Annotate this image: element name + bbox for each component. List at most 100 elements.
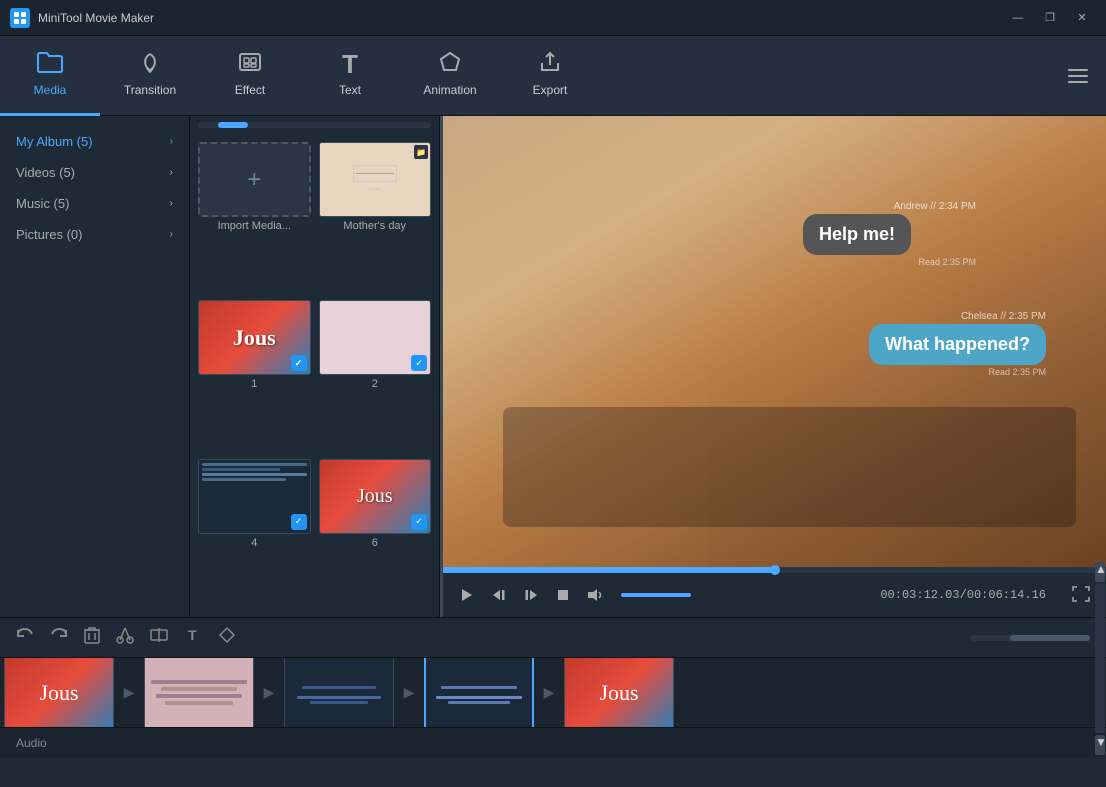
media-item-6[interactable]: Jous ✓ 6 bbox=[319, 459, 432, 609]
checkmark-1: ✓ bbox=[291, 355, 307, 371]
mothers-day-label: Mother's day bbox=[319, 220, 432, 232]
volume-slider[interactable] bbox=[621, 593, 691, 597]
time-display: 00:03:12.03/00:06:14.16 bbox=[880, 588, 1046, 602]
media-scrollbar[interactable] bbox=[198, 122, 431, 128]
toolbar-export[interactable]: Export bbox=[500, 36, 600, 116]
line4 bbox=[165, 701, 232, 705]
sidebar: My Album (5) › Videos (5) › Music (5) › … bbox=[0, 116, 190, 617]
toolbar-animation[interactable]: Animation bbox=[400, 36, 500, 116]
timeline-arrow-1[interactable]: ▶ bbox=[114, 658, 144, 727]
media-item-4[interactable]: ✓ 4 bbox=[198, 459, 311, 609]
toolbar-media-label: Media bbox=[34, 83, 67, 97]
sline2 bbox=[302, 686, 376, 689]
progress-bar-fill bbox=[443, 567, 775, 573]
mothers-day-item[interactable]: 📁 ────── ····· Mother's day bbox=[319, 142, 432, 292]
timeline-clip-4[interactable] bbox=[424, 658, 534, 727]
chelsea-bubble: What happened? bbox=[869, 324, 1046, 365]
timeline-content: Jous ▶ ▶ ▶ bbox=[0, 658, 1106, 727]
s2line4 bbox=[436, 696, 522, 699]
step-back-button[interactable] bbox=[491, 587, 507, 603]
toolbar-text[interactable]: T Text bbox=[300, 36, 400, 116]
close-button[interactable]: ✕ bbox=[1068, 7, 1096, 29]
toolbar-export-label: Export bbox=[533, 83, 568, 97]
toolbar-text-label: Text bbox=[339, 83, 361, 97]
sidebar-item-pictures[interactable]: Pictures (0) › bbox=[0, 219, 189, 250]
sidebar-music-label: Music (5) bbox=[16, 196, 69, 211]
animation-icon bbox=[437, 51, 463, 77]
folder-icon-sm: 📁 bbox=[414, 145, 428, 159]
zoom-slider[interactable] bbox=[970, 635, 1090, 641]
effect-icon bbox=[237, 51, 263, 77]
timeline-scrollbar-v[interactable]: ▲ ▼ bbox=[1094, 560, 1106, 757]
step-forward-button[interactable] bbox=[523, 587, 539, 603]
timeline-arrow-3[interactable]: ▶ bbox=[394, 658, 424, 727]
restore-button[interactable]: ❐ bbox=[1036, 7, 1064, 29]
video-preview: Andrew // 2:34 PM Help me! Read 2:35 PM … bbox=[443, 116, 1106, 567]
sidebar-item-album[interactable]: My Album (5) › bbox=[0, 126, 189, 157]
checkmark-4: ✓ bbox=[291, 514, 307, 530]
media-item-2[interactable]: ✓ 2 bbox=[319, 300, 432, 450]
chelsea-read: Read 2:35 PM bbox=[988, 367, 1046, 377]
sidebar-item-music[interactable]: Music (5) › bbox=[0, 188, 189, 219]
main-content: My Album (5) › Videos (5) › Music (5) › … bbox=[0, 116, 1106, 617]
sline4 bbox=[297, 696, 380, 699]
redo-button[interactable] bbox=[50, 627, 68, 648]
fullscreen-button[interactable] bbox=[1072, 586, 1090, 605]
sidebar-item-videos[interactable]: Videos (5) › bbox=[0, 157, 189, 188]
play-button[interactable] bbox=[459, 587, 475, 603]
video-background: Andrew // 2:34 PM Help me! Read 2:35 PM … bbox=[443, 116, 1106, 567]
media-label-2: 2 bbox=[319, 378, 432, 390]
preview-area: Andrew // 2:34 PM Help me! Read 2:35 PM … bbox=[443, 116, 1106, 617]
media-label-1: 1 bbox=[198, 378, 311, 390]
toolbar-transition[interactable]: Transition bbox=[100, 36, 200, 116]
s2line2 bbox=[441, 686, 518, 689]
import-media-label: Import Media... bbox=[198, 220, 311, 232]
mothers-day-thumb-text: ────── ····· bbox=[347, 159, 403, 201]
toolbar-effect[interactable]: Effect bbox=[200, 36, 300, 116]
toolbar-transition-label: Transition bbox=[124, 83, 176, 97]
zoom-thumb bbox=[1010, 635, 1090, 641]
media-grid: + Import Media... 📁 ────── ····· Mother'… bbox=[190, 134, 439, 617]
split-button[interactable] bbox=[150, 627, 168, 648]
scroll-down-btn[interactable]: ▼ bbox=[1095, 735, 1105, 755]
audio-bar: Audio bbox=[0, 727, 1106, 757]
clip5-label: Jous bbox=[599, 680, 638, 706]
scroll-up-btn[interactable]: ▲ bbox=[1095, 562, 1105, 582]
undo-button[interactable] bbox=[16, 627, 34, 648]
timeline-arrow-2[interactable]: ▶ bbox=[254, 658, 284, 727]
toolbar-effect-label: Effect bbox=[235, 83, 265, 97]
stop-button[interactable] bbox=[555, 587, 571, 603]
timeline-clip-5[interactable]: Jous bbox=[564, 658, 674, 727]
import-media-item[interactable]: + Import Media... bbox=[198, 142, 311, 292]
diamond-tool-button[interactable] bbox=[218, 626, 236, 649]
menu-button[interactable] bbox=[1060, 58, 1096, 94]
chelsea-message: What happened? bbox=[885, 334, 1030, 354]
timeline-area: T Jous ▶ ▶ bbox=[0, 617, 1106, 757]
app-icon bbox=[10, 8, 30, 28]
mothers-day-thumb: 📁 ────── ····· bbox=[319, 142, 432, 217]
cut-button[interactable] bbox=[116, 626, 134, 649]
timeline-clip-3[interactable] bbox=[284, 658, 394, 727]
andrew-sender: Andrew // 2:34 PM bbox=[894, 201, 976, 212]
media-item-1[interactable]: Jous ✓ 1 bbox=[198, 300, 311, 450]
delete-button[interactable] bbox=[84, 626, 100, 649]
chevron-right-icon-3: › bbox=[170, 198, 173, 209]
timeline-clip-2[interactable] bbox=[144, 658, 254, 727]
export-icon bbox=[537, 51, 563, 77]
clip1-label: Jous bbox=[39, 680, 78, 706]
progress-bar[interactable] bbox=[443, 567, 1106, 573]
transition-icon bbox=[137, 51, 163, 77]
checkmark-2: ✓ bbox=[411, 355, 427, 371]
media-thumb-4: ✓ bbox=[198, 459, 311, 534]
s2line5 bbox=[448, 701, 510, 704]
toolbar: Media Transition Effect T Text bbox=[0, 36, 1106, 116]
minimize-button[interactable]: — bbox=[1004, 7, 1032, 29]
text-icon: T bbox=[342, 51, 358, 77]
timeline-clip-1[interactable]: Jous bbox=[4, 658, 114, 727]
toolbar-media[interactable]: Media bbox=[0, 36, 100, 116]
timeline-clip-3-thumb bbox=[285, 658, 393, 727]
menu-line-3 bbox=[1068, 81, 1088, 83]
volume-button[interactable] bbox=[587, 587, 605, 603]
text-tool-button[interactable]: T bbox=[184, 626, 202, 649]
timeline-arrow-4[interactable]: ▶ bbox=[534, 658, 564, 727]
